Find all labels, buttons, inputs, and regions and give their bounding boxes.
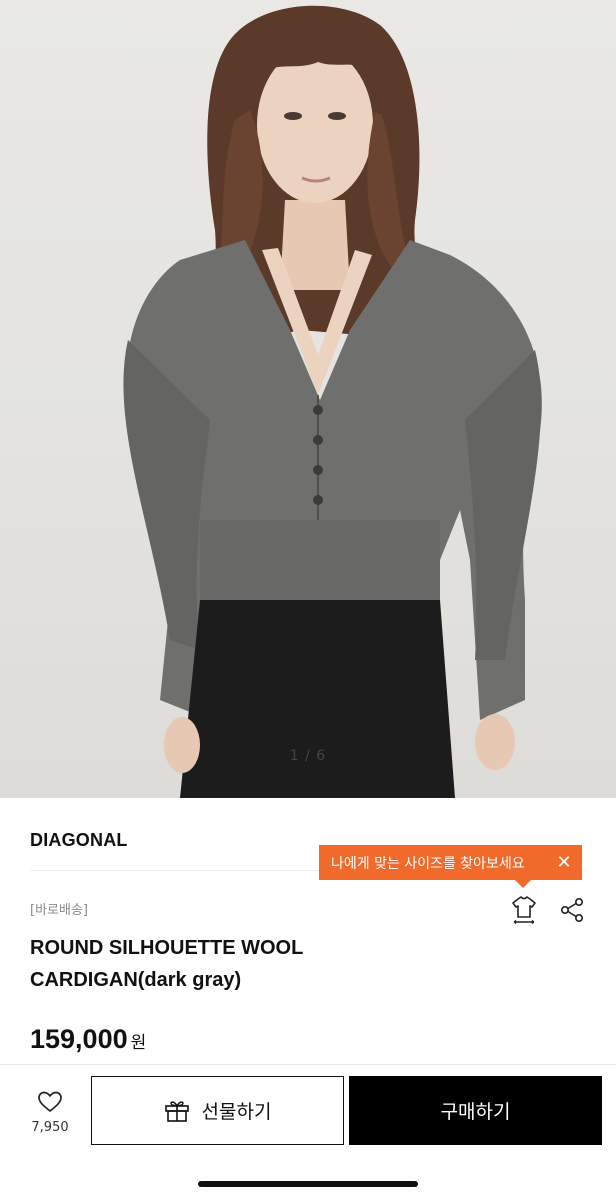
gift-button[interactable]: 선물하기	[91, 1076, 344, 1145]
buy-button-label: 구매하기	[440, 1101, 511, 1123]
close-icon[interactable]: ✕	[546, 845, 582, 880]
product-price: 159,000 원	[30, 1024, 146, 1055]
buy-button[interactable]: 구매하기	[349, 1076, 602, 1145]
product-title: ROUND SILHOUETTE WOOL CARDIGAN(dark gray…	[30, 932, 480, 996]
share-icon[interactable]	[559, 897, 585, 923]
size-finder-tooltip[interactable]: 나에게 맞는 사이즈를 찾아보세요 ✕	[319, 845, 582, 888]
product-title-line-1: ROUND SILHOUETTE WOOL	[30, 937, 304, 959]
home-indicator[interactable]	[198, 1181, 418, 1187]
product-photo-illustration	[123, 5, 542, 798]
size-finder-text[interactable]: 나에게 맞는 사이즈를 찾아보세요	[331, 853, 546, 873]
gift-button-label: 선물하기	[201, 1101, 272, 1123]
size-guide-shirt-icon[interactable]	[509, 895, 539, 925]
like-count: 7,950	[31, 1120, 69, 1135]
delivery-tag: [바로배송]	[30, 903, 88, 918]
brand-name[interactable]: DIAGONAL	[30, 830, 128, 851]
tooltip-pointer	[515, 880, 531, 888]
gift-icon	[164, 1100, 189, 1122]
product-image[interactable]: 1 / 6	[0, 0, 616, 798]
heart-icon[interactable]	[37, 1090, 63, 1114]
price-value: 159,000	[30, 1024, 128, 1054]
image-counter: 1 / 6	[289, 748, 327, 764]
like-button[interactable]: 7,950	[20, 1090, 80, 1135]
product-title-line-2: CARDIGAN(dark gray)	[30, 969, 242, 991]
price-unit: 원	[130, 1033, 147, 1052]
